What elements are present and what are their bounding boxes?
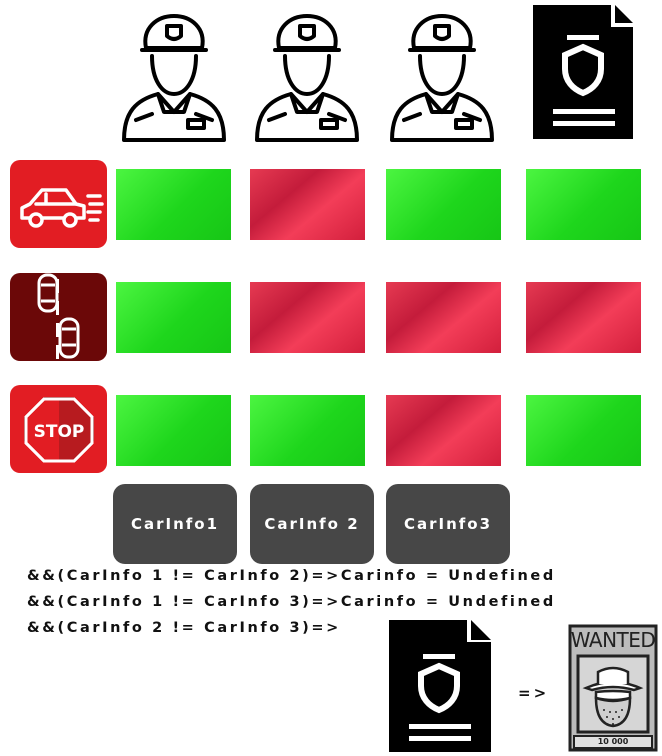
status-cell-green (386, 169, 501, 240)
police-officer-icon (255, 14, 359, 142)
status-cell-red (386, 282, 501, 353)
wanted-poster: WANTED 10 000 (568, 624, 658, 752)
status-cell-red (526, 282, 641, 353)
stop-sign-icon: STOP (10, 385, 107, 473)
status-cell-green (250, 395, 365, 466)
carinfo-button-1[interactable]: CarInfo1 (113, 484, 237, 564)
status-cell-green (116, 169, 231, 240)
result-arrow: => (518, 684, 550, 702)
speeding-car-icon (10, 160, 107, 248)
status-cell-red (250, 282, 365, 353)
carinfo-button-2[interactable]: CarInfo 2 (250, 484, 374, 564)
status-cell-red (250, 169, 365, 240)
overtaking-cars-icon (10, 273, 107, 361)
status-cell-red (386, 395, 501, 466)
wanted-outlaw-icon (576, 654, 650, 734)
police-document-icon (533, 5, 633, 139)
code-line-2: &&(CarInfo 1 != CarInfo 3)=>Carinfo = Un… (27, 594, 556, 610)
wanted-title: WANTED (570, 628, 656, 652)
status-cell-green (116, 395, 231, 466)
wanted-reward: 10 000 (597, 737, 629, 746)
stop-sign-text: STOP (34, 422, 85, 442)
status-cell-green (116, 282, 231, 353)
status-cell-green (526, 169, 641, 240)
carinfo-button-3[interactable]: CarInfo3 (386, 484, 510, 564)
status-cell-green (526, 395, 641, 466)
code-line-3: &&(CarInfo 2 != CarInfo 3)=> (27, 620, 341, 636)
police-document-icon (389, 620, 491, 752)
code-line-1: &&(CarInfo 1 != CarInfo 2)=>Carinfo = Un… (27, 568, 556, 584)
police-officer-icon (390, 14, 494, 142)
police-officer-icon (122, 14, 226, 142)
